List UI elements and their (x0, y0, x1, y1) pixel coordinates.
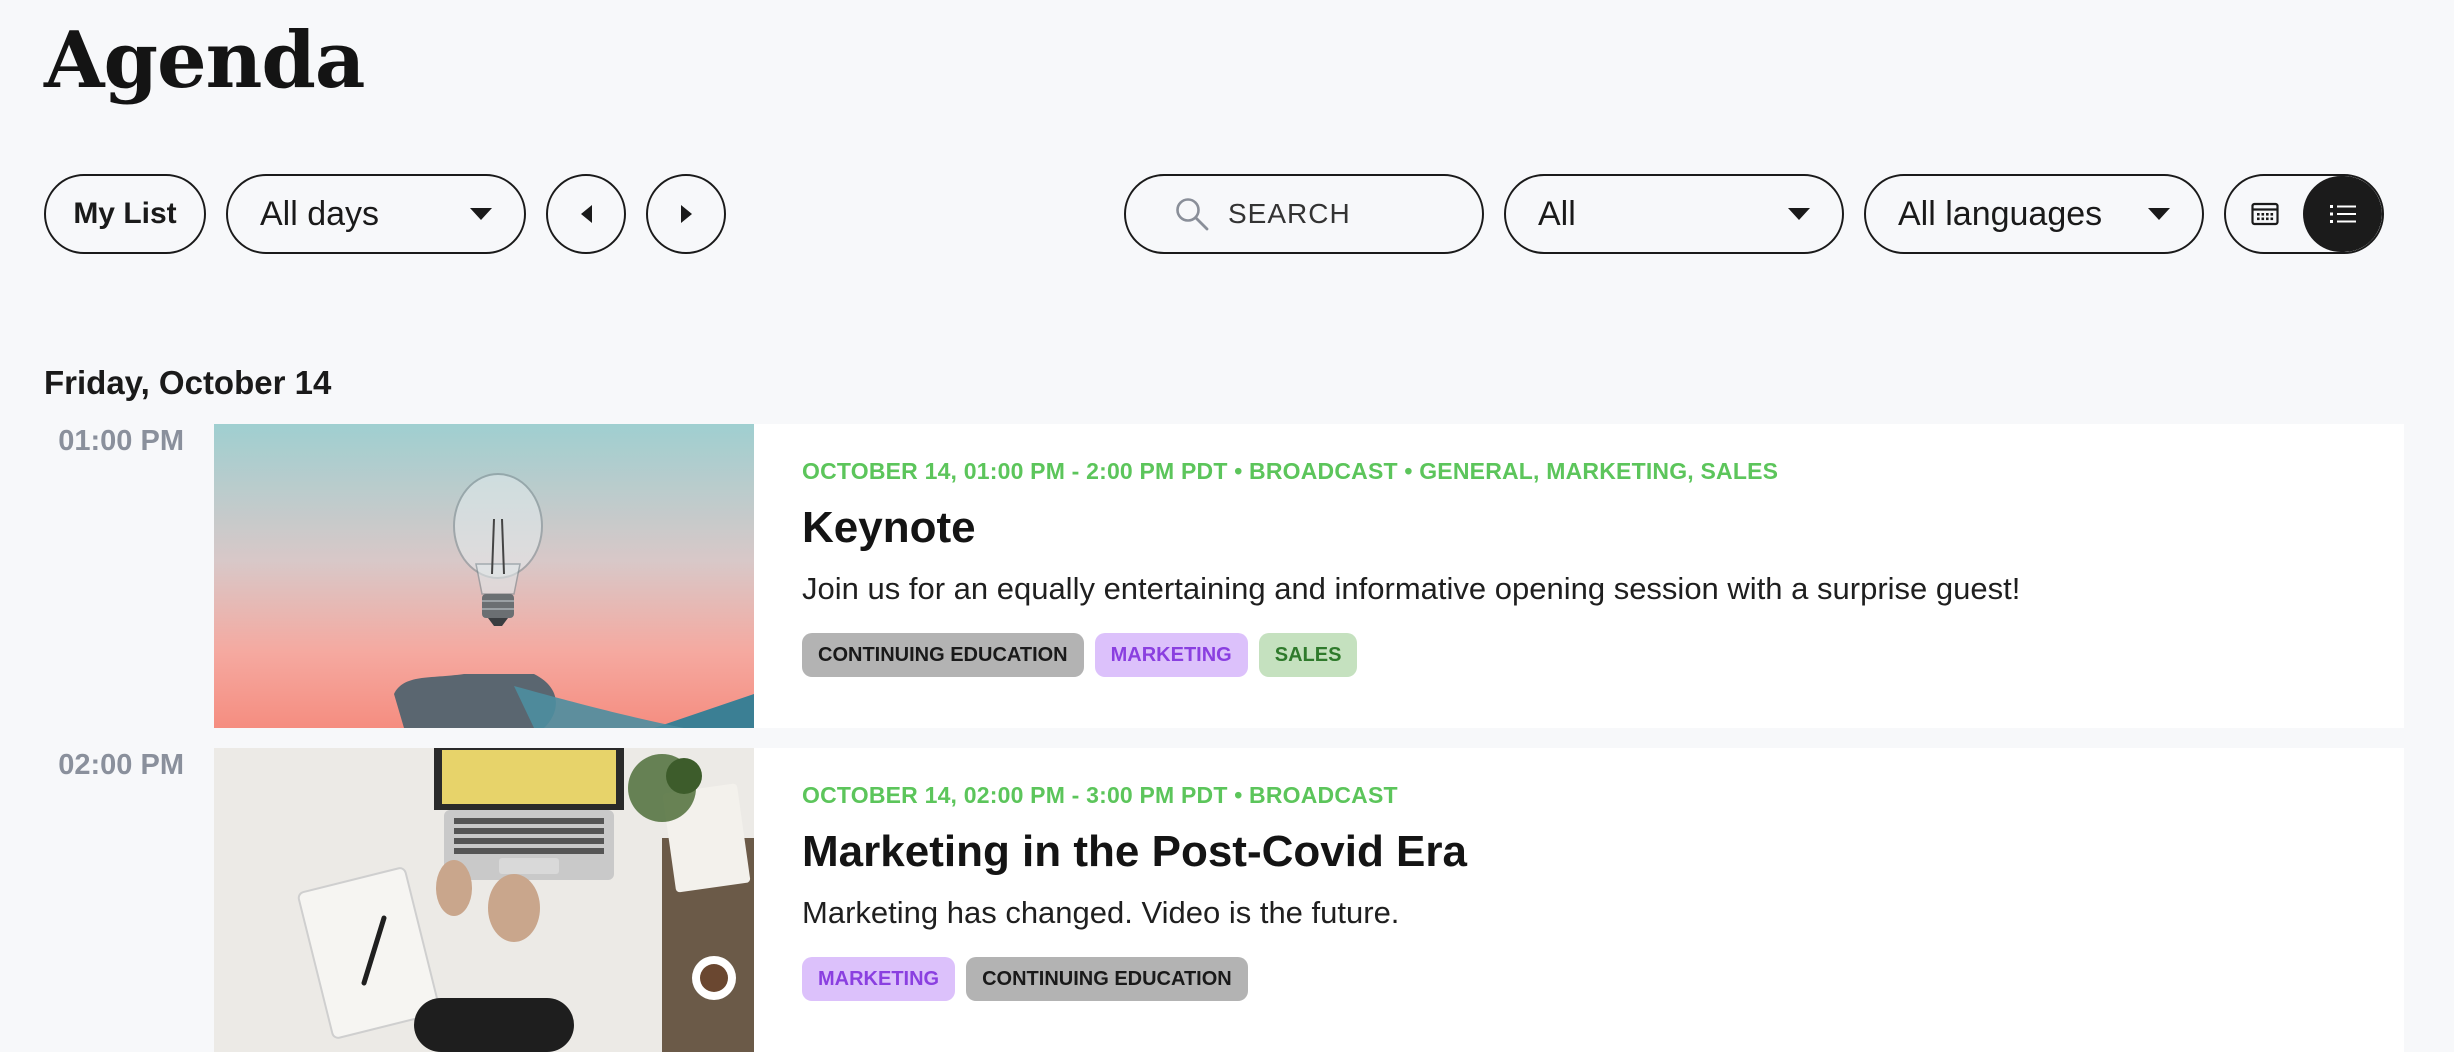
session-tags: MARKETING CONTINUING EDUCATION (802, 957, 2356, 1001)
session-time: 01:00 PM (58, 425, 184, 457)
list-icon (2329, 205, 2356, 223)
next-day-button[interactable] (646, 174, 726, 254)
session-time: 02:00 PM (58, 749, 184, 781)
session-title[interactable]: Keynote (802, 503, 2356, 553)
session-meta: OCTOBER 14, 01:00 PM - 2:00 PM PDT • BRO… (802, 458, 1779, 484)
chevron-down-icon (1788, 208, 1810, 220)
desk-laptop-image (214, 748, 754, 1052)
category-select-value: All (1538, 194, 1576, 233)
session-description: Marketing has changed. Video is the futu… (802, 895, 1400, 930)
tag-sales[interactable]: SALES (1258, 633, 1358, 677)
session-title[interactable]: Marketing in the Post-Covid Era (802, 827, 2356, 877)
tag-continuing-education[interactable]: CONTINUING EDUCATION (966, 957, 1248, 1001)
day-heading: Friday, October 14 (44, 364, 332, 401)
view-toggle (2224, 174, 2384, 254)
lightbulb-image (394, 473, 754, 728)
my-list-button[interactable]: My List (44, 174, 206, 254)
category-select[interactable]: All (1504, 174, 1844, 254)
days-select-value: All days (260, 194, 380, 233)
search-box[interactable] (1124, 174, 1484, 254)
session-thumbnail (214, 424, 754, 728)
session-card[interactable]: OCTOBER 14, 02:00 PM - 3:00 PM PDT • BRO… (214, 748, 2404, 1052)
chevron-down-icon (2148, 208, 2170, 220)
session-description: Join us for an equally entertaining and … (802, 571, 2021, 606)
page-title: Agenda (44, 15, 365, 106)
language-select-value: All languages (1898, 194, 2103, 233)
calendar-view-button[interactable] (2226, 176, 2303, 252)
tag-marketing[interactable]: MARKETING (802, 957, 956, 1001)
tag-marketing[interactable]: MARKETING (1094, 633, 1248, 677)
tag-continuing-education[interactable]: CONTINUING EDUCATION (802, 633, 1084, 677)
days-select[interactable]: All days (226, 174, 526, 254)
session-card[interactable]: OCTOBER 14, 01:00 PM - 2:00 PM PDT • BRO… (214, 424, 2404, 728)
session-tags: CONTINUING EDUCATION MARKETING SALES (802, 633, 2356, 677)
caret-right-icon (680, 205, 692, 223)
previous-day-button[interactable] (546, 174, 626, 254)
session-meta: OCTOBER 14, 02:00 PM - 3:00 PM PDT • BRO… (802, 782, 1398, 808)
session-thumbnail (214, 748, 754, 1052)
caret-left-icon (580, 205, 592, 223)
calendar-icon (2250, 202, 2279, 226)
search-input[interactable] (1228, 198, 1448, 230)
search-icon (1176, 198, 1209, 231)
language-select[interactable]: All languages (1864, 174, 2204, 254)
chevron-down-icon (470, 208, 492, 220)
list-view-button[interactable] (2303, 176, 2382, 252)
